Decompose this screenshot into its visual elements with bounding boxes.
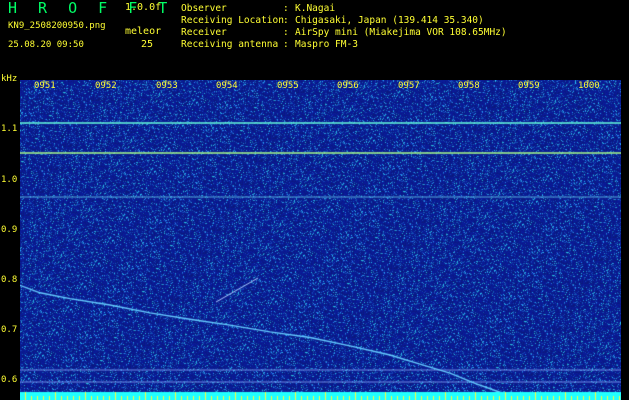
datetime-label: 25.08.20 09:50 [8,40,84,50]
x-tick-label: 0959 [518,81,540,91]
x-tick-label: 0952 [95,81,117,91]
y-tick-label: 0.8 [1,275,18,285]
y-tick-label: 0.7 [1,325,18,335]
x-tick-label: 0957 [398,81,420,91]
x-tick-label: 0951 [34,81,56,91]
x-tick-label: 0958 [458,81,480,91]
info-value-location: Chigasaki, Japan (139.414 35.340) [295,15,484,26]
info-value-antenna: Maspro FM-3 [295,39,358,50]
y-tick-label: 0.6 [1,375,18,385]
info-value-observer: K.Nagai [295,3,336,14]
mode-label: meleor [125,26,162,37]
info-separator: : [283,39,289,50]
info-value-receiver: AirSpy mini (Miakejima VOR 108.65MHz) [295,27,507,38]
y-axis-unit: kHz [1,74,18,84]
filename-label: KN9_2508200950.png [8,21,106,31]
spectrogram-panel[interactable] [20,80,621,400]
x-tick-label: 0953 [156,81,178,91]
y-tick-label: 0.9 [1,225,18,235]
y-tick-label: 1.0 [1,175,18,185]
info-key-antenna: Receiving antenna [181,39,279,50]
count-label: 25 [141,39,154,50]
info-separator: : [283,27,289,38]
version-label: 1.0.0f [125,2,162,13]
info-key-location: Receiving Location [181,15,284,26]
x-tick-label: 0955 [277,81,299,91]
info-separator: : [283,3,289,14]
info-separator: : [283,15,289,26]
x-tick-label: 0954 [216,81,238,91]
info-key-receiver: Receiver [181,27,227,38]
spectrogram-canvas[interactable] [20,80,621,400]
x-tick-label: 0956 [337,81,359,91]
header-panel: H R O F F T 1.0.0f KN9_2508200950.png me… [0,0,629,72]
x-tick-label: 1000 [578,81,600,91]
y-tick-label: 1.1 [1,124,18,134]
info-key-observer: Observer [181,3,227,14]
